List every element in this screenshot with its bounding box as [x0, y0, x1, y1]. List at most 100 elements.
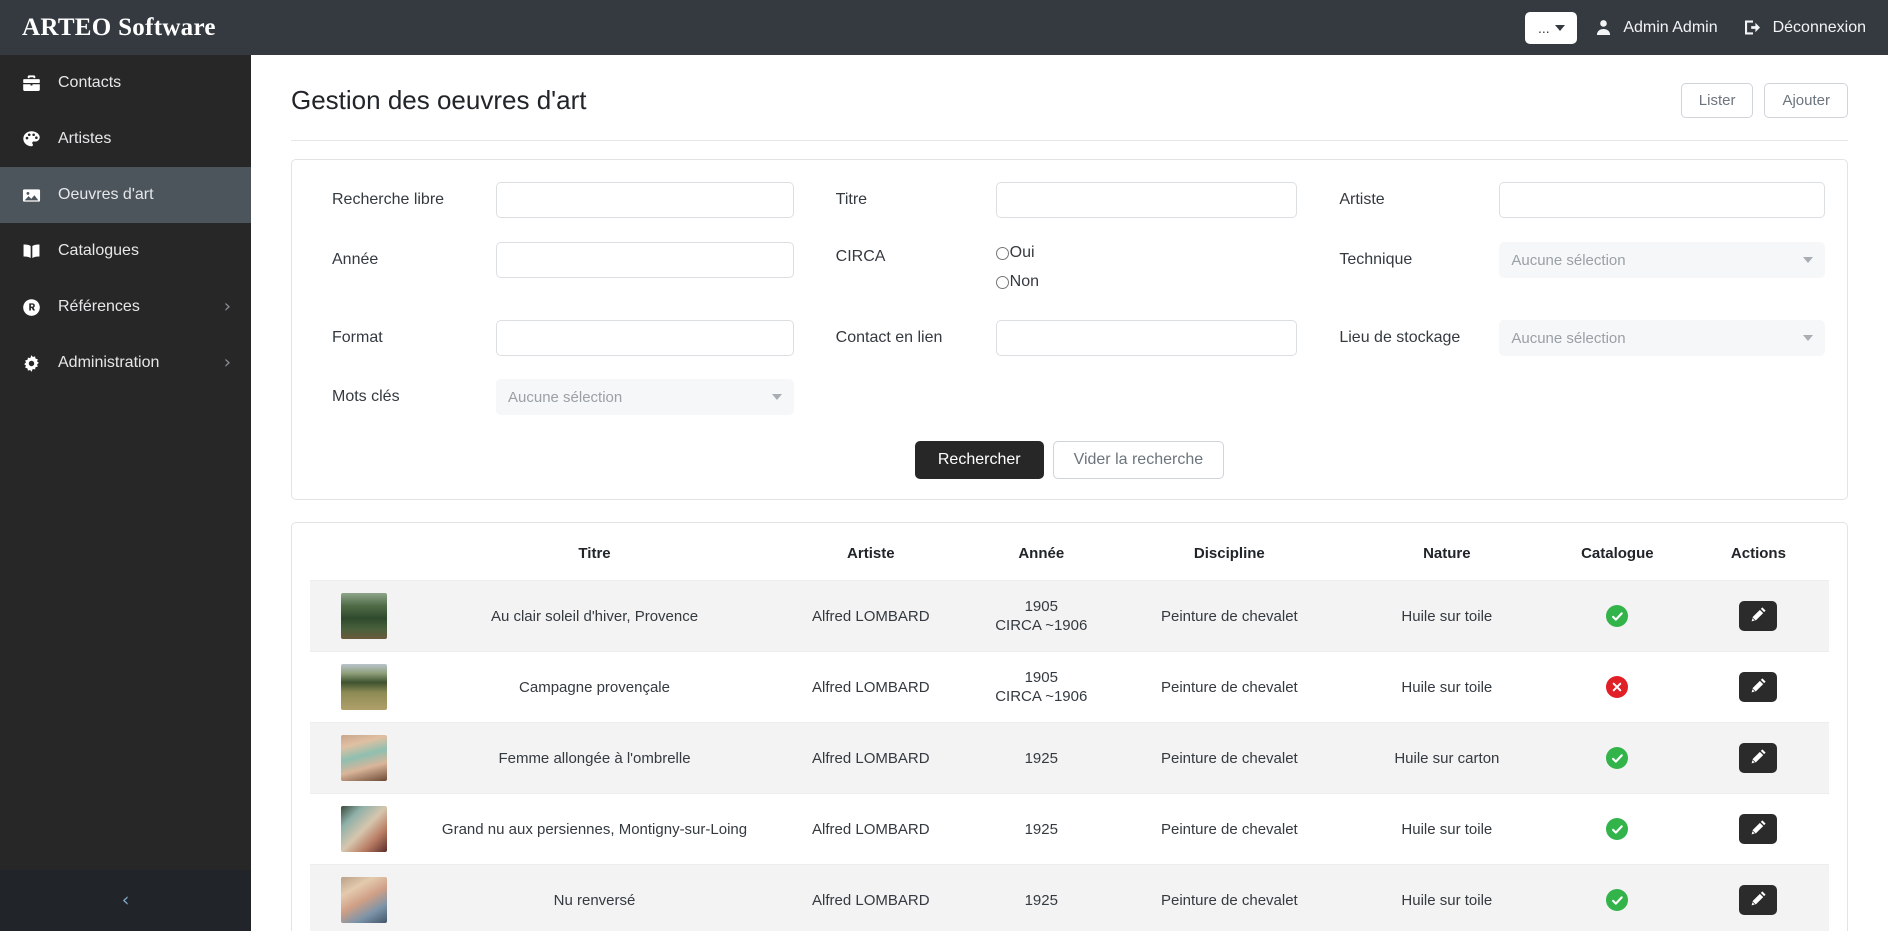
annee-circa-value: CIRCA ~1906	[995, 688, 1088, 705]
col-annee: Année	[970, 523, 1112, 581]
cell-actions	[1687, 864, 1829, 931]
cell-nature: Huile sur toile	[1346, 580, 1547, 652]
table-row[interactable]: Campagne provençale Alfred LOMBARD 1905 CIR…	[310, 651, 1829, 723]
field-contact-en-lien: Contact en lien	[818, 320, 1322, 356]
field-label: Technique	[1339, 251, 1413, 268]
field-label: Titre	[835, 191, 868, 208]
cell-discipline: Peinture de chevalet	[1111, 651, 1347, 723]
page-header: Gestion des oeuvres d'art Lister Ajouter	[291, 55, 1848, 118]
field-format: Format	[314, 320, 818, 356]
sidebar-item-catalogues[interactable]: Catalogues	[0, 223, 251, 279]
col-actions: Actions	[1687, 523, 1829, 581]
top-bar-right: ... Admin Admin Déconnexion	[1525, 11, 1888, 44]
check-circle-icon	[1606, 818, 1629, 840]
edit-button[interactable]	[1739, 743, 1778, 773]
table-row[interactable]: Grand nu aux persiennes, Montigny-sur-Lo…	[310, 793, 1829, 865]
recherche-libre-input[interactable]	[496, 182, 794, 218]
col-titre: Titre	[418, 523, 771, 581]
chevron-right-icon: ›	[223, 296, 231, 317]
cell-catalogue	[1546, 651, 1688, 723]
field-lieu-de-stockage: Lieu de stockage Aucune sélection	[1321, 320, 1826, 356]
edit-button[interactable]	[1739, 814, 1778, 844]
chevron-left-icon: ‹	[121, 889, 130, 911]
sidebar-item-label: Administration	[58, 354, 160, 371]
sidebar-collapse-button[interactable]: ‹	[0, 870, 251, 931]
col-thumbnail	[310, 523, 419, 581]
annee-input[interactable]	[496, 242, 794, 278]
field-label: Recherche libre	[332, 191, 445, 208]
cell-titre: Femme allongée à l'ombrelle	[418, 722, 771, 794]
circa-radio-group: Oui Non	[995, 242, 1298, 291]
edit-button[interactable]	[1739, 672, 1778, 702]
user-icon	[1595, 19, 1612, 36]
user-name: Admin Admin	[1623, 18, 1718, 36]
table-row[interactable]: Femme allongée à l'ombrelle Alfred LOMBAR…	[310, 722, 1829, 794]
search-panel: Recherche libre Titre Artiste Année CIRC…	[291, 159, 1848, 500]
cell-titre: Campagne provençale	[418, 651, 771, 723]
page-header-actions: Lister Ajouter	[1680, 83, 1848, 118]
table-row[interactable]: Au clair soleil d'hiver, Provence Alfred …	[310, 580, 1829, 652]
more-menu-button[interactable]: ...	[1525, 11, 1578, 44]
app-brand: ARTEO Software	[22, 13, 216, 41]
sidebar-item-label: Artistes	[58, 130, 112, 147]
format-input[interactable]	[496, 320, 794, 356]
cell-artiste: Alfred LOMBARD	[770, 722, 971, 794]
user-menu[interactable]: Admin Admin	[1595, 18, 1718, 37]
check-circle-icon	[1606, 605, 1629, 627]
cell-annee: 1925	[970, 722, 1112, 794]
field-mots-cles: Mots clés Aucune sélection	[314, 379, 818, 415]
cell-artiste: Alfred LOMBARD	[770, 580, 971, 652]
technique-select[interactable]: Aucune sélection	[1499, 242, 1826, 278]
cell-actions	[1687, 793, 1829, 865]
annee-value: 1925	[1024, 891, 1058, 909]
col-catalogue: Catalogue	[1546, 523, 1688, 581]
field-annee: Année	[314, 242, 818, 278]
thumbnail-nude-shutters	[341, 806, 388, 852]
table-row[interactable]: Nu renversé Alfred LOMBARD 1925 Peinture de…	[310, 864, 1829, 931]
circa-option-oui[interactable]: Oui	[995, 244, 1298, 262]
circa-option-non[interactable]: Non	[995, 273, 1298, 291]
page-title: Gestion des oeuvres d'art	[291, 85, 587, 115]
registered-icon	[22, 298, 52, 317]
sidebar-item-artistes[interactable]: Artistes	[0, 111, 251, 167]
sidebar-item-contacts[interactable]: Contacts	[0, 55, 251, 111]
thumbnail-nude-parasol	[341, 735, 388, 781]
field-label: Contact en lien	[835, 329, 943, 346]
titre-input[interactable]	[995, 182, 1298, 218]
circa-radio-oui[interactable]	[995, 246, 1009, 260]
annee-value: 1905	[1024, 669, 1058, 686]
search-button[interactable]: Rechercher	[914, 441, 1044, 479]
check-circle-icon	[1606, 889, 1629, 911]
sidebar-item-label: Références	[58, 298, 140, 315]
sidebar-item-references[interactable]: Références ›	[0, 279, 251, 335]
sidebar-item-administration[interactable]: Administration ›	[0, 335, 251, 391]
cell-discipline: Peinture de chevalet	[1111, 722, 1347, 794]
sidebar-item-oeuvres-dart[interactable]: Oeuvres d'art	[0, 167, 251, 223]
cell-thumbnail	[310, 722, 419, 794]
artiste-input[interactable]	[1499, 182, 1826, 218]
cell-catalogue	[1546, 580, 1688, 652]
circa-radio-non[interactable]	[995, 275, 1009, 289]
cell-discipline: Peinture de chevalet	[1111, 580, 1347, 652]
main-content: Gestion des oeuvres d'art Lister Ajouter…	[251, 55, 1888, 931]
logout-label: Déconnexion	[1772, 18, 1866, 36]
field-circa: CIRCA Oui Non	[818, 242, 1322, 291]
clear-search-button[interactable]: Vider la recherche	[1052, 441, 1225, 479]
edit-button[interactable]	[1739, 885, 1778, 915]
edit-button[interactable]	[1739, 601, 1778, 631]
add-button[interactable]: Ajouter	[1764, 83, 1848, 118]
logout-link[interactable]: Déconnexion	[1744, 19, 1866, 37]
list-button[interactable]: Lister	[1680, 83, 1754, 118]
pencil-icon	[1750, 819, 1767, 839]
cell-nature: Huile sur carton	[1346, 722, 1547, 794]
picture-icon	[22, 186, 52, 205]
contact-en-lien-input[interactable]	[995, 320, 1298, 356]
cell-actions	[1687, 580, 1829, 652]
field-label: CIRCA	[835, 248, 886, 265]
lieu-de-stockage-select[interactable]: Aucune sélection	[1499, 320, 1826, 356]
mots-cles-select[interactable]: Aucune sélection	[496, 379, 794, 415]
cell-artiste: Alfred LOMBARD	[770, 651, 971, 723]
top-bar: ARTEO Software ... Admin Admin Déconnexi…	[0, 0, 1888, 55]
cell-annee: 1905 CIRCA ~1906	[970, 651, 1112, 723]
chevron-down-icon	[1803, 257, 1814, 263]
